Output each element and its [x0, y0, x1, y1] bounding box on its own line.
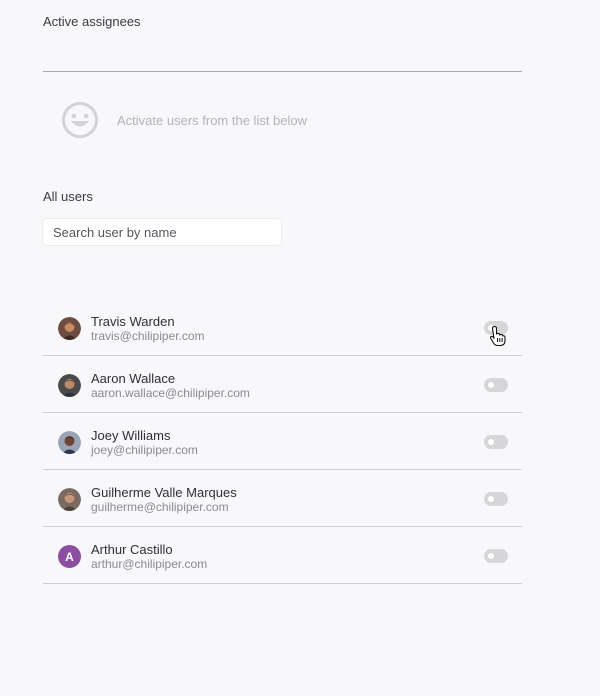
- toggle-knob: [488, 553, 494, 559]
- search-user-input[interactable]: [42, 218, 282, 246]
- user-avatar: [58, 374, 81, 397]
- user-row-joey-williams: Joey Williams joey@chilipiper.com: [43, 413, 522, 470]
- user-avatar-initial: A: [58, 545, 81, 568]
- smiley-face-icon: [62, 102, 98, 138]
- user-email: guilherme@chilipiper.com: [91, 500, 229, 514]
- activate-user-toggle[interactable]: [484, 378, 508, 392]
- user-name: Guilherme Valle Marques: [91, 485, 237, 500]
- user-email: aaron.wallace@chilipiper.com: [91, 386, 250, 400]
- activate-user-toggle[interactable]: [484, 435, 508, 449]
- user-avatar: [58, 317, 81, 340]
- toggle-knob: [488, 382, 494, 388]
- user-list: Travis Warden travis@chilipiper.com Aaro…: [43, 299, 522, 584]
- user-email: travis@chilipiper.com: [91, 329, 205, 343]
- user-row-aaron-wallace: Aaron Wallace aaron.wallace@chilipiper.c…: [43, 356, 522, 413]
- empty-state-message: Activate users from the list below: [117, 112, 308, 128]
- active-assignees-title: Active assignees: [43, 14, 141, 29]
- user-name: Joey Williams: [91, 428, 171, 443]
- toggle-knob: [488, 496, 494, 502]
- toggle-knob: [488, 325, 494, 331]
- user-avatar: [58, 488, 81, 511]
- user-row-guilherme-valle-marques: Guilherme Valle Marques guilherme@chilip…: [43, 470, 522, 527]
- active-assignees-empty-state: Activate users from the list below: [61, 101, 307, 139]
- user-email: arthur@chilipiper.com: [91, 557, 208, 571]
- user-name: Arthur Castillo: [91, 542, 173, 557]
- user-avatar: [58, 431, 81, 454]
- assignees-panel: Active assignees Activate users from the…: [0, 0, 600, 696]
- user-email: joey@chilipiper.com: [91, 443, 198, 457]
- user-name: Aaron Wallace: [91, 371, 176, 386]
- all-users-title: All users: [43, 189, 93, 204]
- active-assignees-divider: [43, 71, 522, 72]
- user-row-travis-warden: Travis Warden travis@chilipiper.com: [43, 299, 522, 356]
- toggle-knob: [488, 439, 494, 445]
- user-row-arthur-castillo: A Arthur Castillo arthur@chilipiper.com: [43, 527, 522, 584]
- user-name: Travis Warden: [91, 314, 175, 329]
- activate-user-toggle[interactable]: [484, 549, 508, 563]
- activate-user-toggle[interactable]: [484, 492, 508, 506]
- activate-user-toggle[interactable]: [484, 321, 508, 335]
